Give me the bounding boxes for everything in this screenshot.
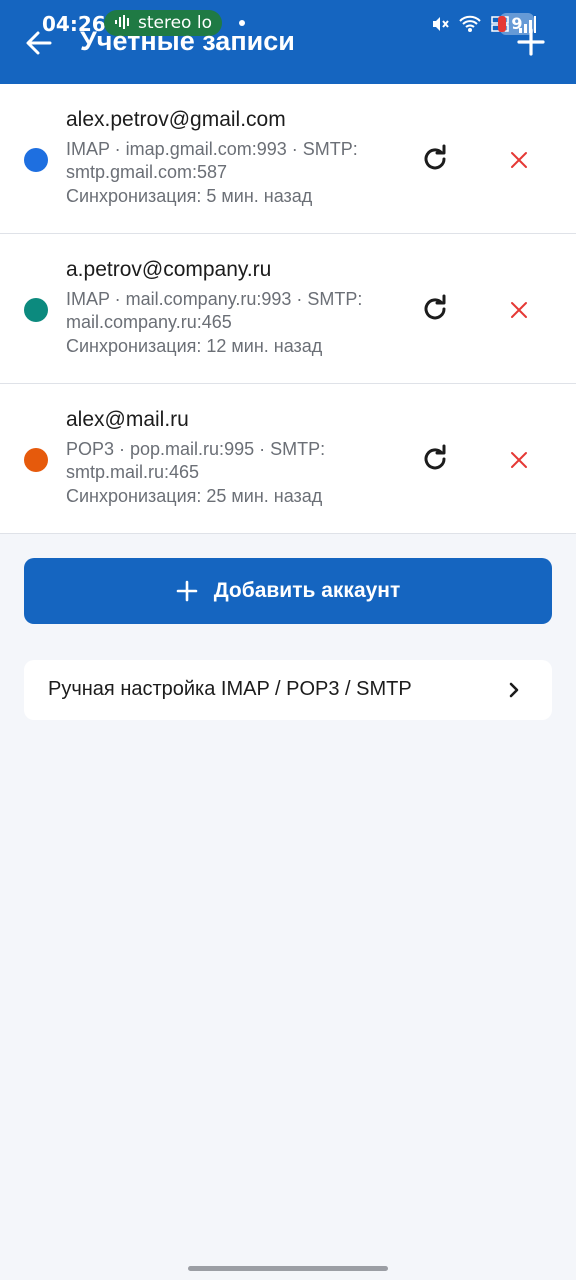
- account-server: POP3 · pop.mail.ru:995 · SMTP: smtp.mail…: [66, 439, 326, 482]
- remove-account-button[interactable]: [508, 299, 530, 321]
- refresh-icon: [424, 294, 446, 320]
- account-color-dot: [24, 148, 48, 172]
- account-server: IMAP · mail.company.ru:993 · SMTP: mail.…: [66, 289, 363, 332]
- refresh-icon: [424, 144, 446, 170]
- account-email: a.petrov@company.ru: [66, 258, 272, 281]
- add-account-button[interactable]: Добавить аккаунт: [24, 558, 552, 624]
- plus-icon: [517, 28, 545, 56]
- remove-account-button[interactable]: [508, 149, 530, 171]
- close-icon: [511, 302, 527, 318]
- mute-icon: [430, 14, 450, 34]
- account-email: alex@mail.ru: [66, 408, 189, 431]
- wifi-icon: [458, 14, 482, 34]
- app-bar: 04:26 stereo lo 9 Учетные записи: [0, 0, 576, 84]
- manual-setup-label: Ручная настройка IMAP / POP3 / SMTP: [48, 678, 412, 700]
- account-server: IMAP · imap.gmail.com:993 · SMTP: smtp.g…: [66, 139, 358, 182]
- back-button[interactable]: [22, 26, 56, 60]
- account-list: alex.petrov@gmail.com IMAP · imap.gmail.…: [0, 84, 576, 534]
- account-color-dot: [24, 298, 48, 322]
- arrow-left-icon: [26, 31, 52, 55]
- page-title: Учетные записи: [80, 26, 295, 56]
- add-account-label: Добавить аккаунт: [213, 579, 401, 602]
- account-sync-status: Синхронизация: 5 мин. назад: [66, 186, 313, 206]
- account-sync-status: Синхронизация: 12 мин. назад: [66, 336, 323, 356]
- sync-button[interactable]: [420, 144, 450, 174]
- manual-setup-item[interactable]: Ручная настройка IMAP / POP3 / SMTP: [24, 660, 552, 720]
- chevron-right-icon: [509, 682, 519, 698]
- close-icon: [511, 152, 527, 168]
- plus-icon: [176, 580, 198, 602]
- sync-button[interactable]: [420, 444, 450, 474]
- remove-account-button[interactable]: [508, 449, 530, 471]
- sync-button[interactable]: [420, 294, 450, 324]
- account-row[interactable]: a.petrov@company.ru IMAP · mail.company.…: [0, 234, 576, 384]
- account-color-dot: [24, 448, 48, 472]
- account-email: alex.petrov@gmail.com: [66, 108, 286, 131]
- account-sync-status: Синхронизация: 25 мин. назад: [66, 486, 323, 506]
- refresh-icon: [424, 444, 446, 470]
- home-indicator[interactable]: [188, 1266, 388, 1271]
- add-account-header-button[interactable]: [515, 26, 547, 58]
- account-row[interactable]: alex@mail.ru POP3 · pop.mail.ru:995 · SM…: [0, 384, 576, 534]
- account-row[interactable]: alex.petrov@gmail.com IMAP · imap.gmail.…: [0, 84, 576, 234]
- close-icon: [511, 452, 527, 468]
